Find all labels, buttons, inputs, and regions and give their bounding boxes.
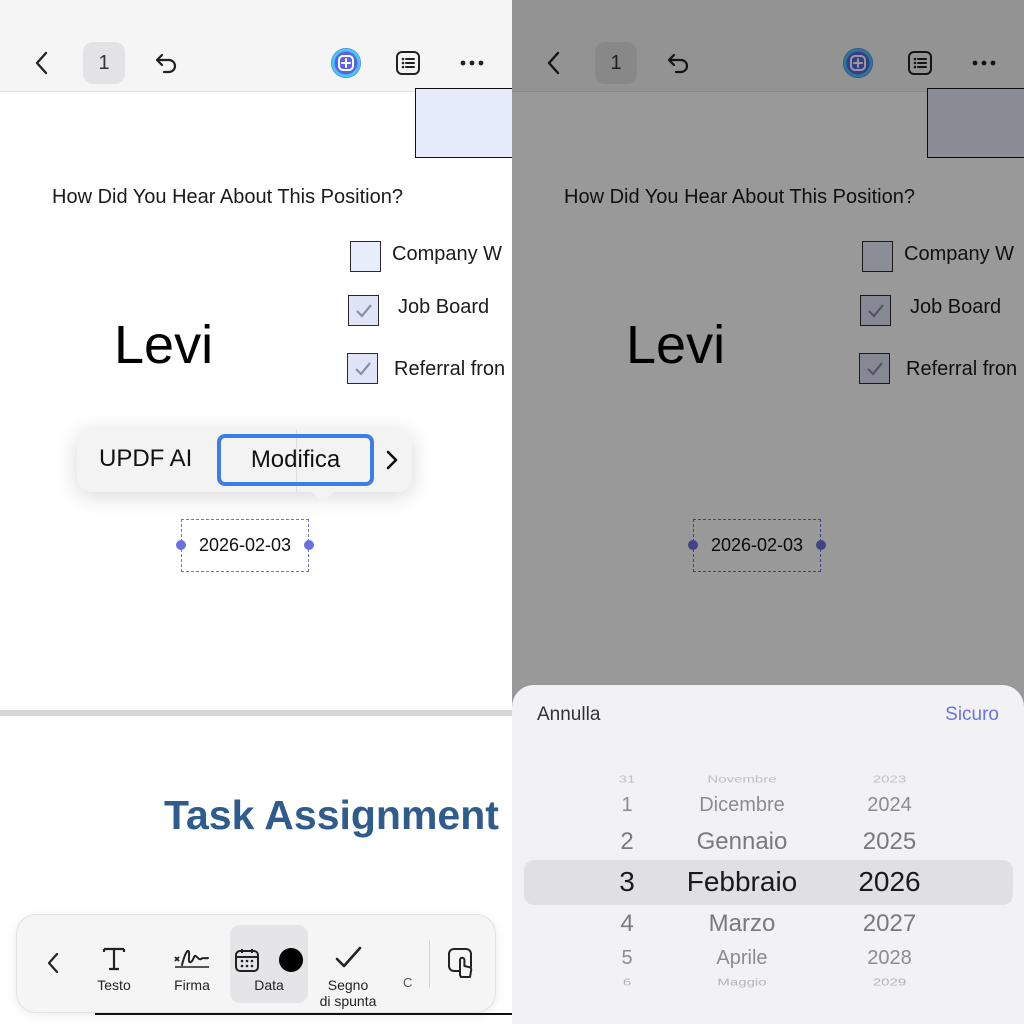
top-toolbar: 1 [0,0,512,92]
undo-icon [155,53,177,74]
picker-year-selected[interactable]: 2026 [832,866,947,898]
checkmark-tool-icon [335,946,362,968]
page-divider [0,710,512,716]
document-page: How Did You Hear About This Position? Co… [0,88,512,1024]
table-border-line [95,1013,512,1015]
bottom-toolbar: Testo Firma Data Segnodi spunta C [16,914,496,1013]
checkmark-icon [354,361,371,376]
tool-date[interactable]: Data [230,925,308,1003]
question-text: How Did You Hear About This Position? [52,186,403,208]
tool-label: Data [254,977,284,993]
resize-handle-right[interactable] [304,540,314,550]
tool-more-partial[interactable]: C [403,975,412,990]
edit-menu-item[interactable]: Modifica [217,434,374,486]
tool-label: di spunta [319,993,377,1009]
chevron-left-icon [47,952,59,974]
list-icon [396,51,420,75]
chevron-left-icon [35,51,48,75]
tool-label: C [403,975,413,990]
updf-ai-button[interactable] [326,43,366,83]
hand-pointer-icon [448,948,473,978]
cancel-button[interactable]: Annulla [537,704,600,726]
toolbar-back-button[interactable] [41,951,65,979]
picker-year-option[interactable]: 2028 [832,947,947,970]
checkbox-label-referral: Referral fron [394,358,506,380]
picker-month-option[interactable]: Marzo [662,910,822,938]
tool-checkmark[interactable]: Segnodi spunta [313,929,383,1009]
context-menu: UPDF AI Modifica [77,429,412,503]
picker-day-option[interactable]: 1 [602,794,652,817]
right-screen: 1 How Did You Hear About This Position? … [512,0,1024,1024]
checkbox-label-company-website: Company W [392,243,503,265]
picker-fade-top [512,745,1024,795]
toolbar-divider [429,940,430,988]
tool-touch-mode[interactable] [445,947,479,981]
signature-text[interactable]: Levi [114,314,213,376]
text-tool-icon [102,947,126,971]
tool-label: Segno [327,977,369,993]
picker-fade-bottom [512,974,1024,1024]
ai-assistant-icon [331,48,361,78]
picker-month-option[interactable]: Dicembre [662,794,822,817]
checkbox-referral[interactable] [347,353,378,384]
picker-month-selected[interactable]: Febbraio [662,866,822,898]
picker-day-option[interactable]: 4 [602,910,652,938]
undo-button[interactable] [148,44,186,82]
menu-pointer [311,491,335,503]
color-dot-icon[interactable] [278,947,304,973]
left-screen: 1 How Did You Hear About This Position? … [0,0,512,1024]
signature-tool-icon [174,949,209,968]
checkmark-icon [355,303,372,318]
edit-menu-label: Modifica [250,446,341,473]
more-icon [460,60,484,66]
date-field[interactable]: 2026-02-03 [176,519,314,572]
picker-year-option[interactable]: 2025 [832,828,947,856]
updf-ai-menu-item[interactable]: UPDF AI [99,445,192,473]
chevron-right-icon [386,450,398,470]
tool-label: Firma [174,977,210,993]
picker-month-option[interactable]: Gennaio [662,828,822,856]
more-button[interactable] [452,43,492,83]
page-number: 1 [98,51,110,74]
picker-year-option[interactable]: 2027 [832,910,947,938]
menu-next-button[interactable] [377,443,407,477]
picker-month-option[interactable]: Aprile [662,947,822,970]
tool-text[interactable]: Testo [89,929,139,993]
picker-year-option[interactable]: 2024 [832,794,947,817]
outline-button[interactable] [388,43,428,83]
confirm-button[interactable]: Sicuro [945,704,999,726]
section-title: Task Assignment [164,792,499,838]
tool-signature[interactable]: Firma [167,929,217,993]
picker-day-option[interactable]: 5 [602,947,652,970]
image-placeholder-box [415,88,512,158]
calendar-icon [235,949,259,972]
resize-handle-left[interactable] [176,540,186,550]
checkbox-label-job-board: Job Board [398,296,490,318]
tool-label: Testo [97,977,131,993]
date-picker-sheet: AnnullaSicuro31123456NovembreDicembreGen… [512,685,1024,1024]
checkbox-job-board[interactable] [348,295,379,326]
picker-day-selected[interactable]: 3 [602,866,652,898]
date-value: 2026-02-03 [198,535,292,555]
picker-day-option[interactable]: 2 [602,828,652,856]
checkbox-company-website[interactable] [350,241,381,272]
page-number-button[interactable]: 1 [83,42,125,84]
back-button[interactable] [22,44,62,82]
